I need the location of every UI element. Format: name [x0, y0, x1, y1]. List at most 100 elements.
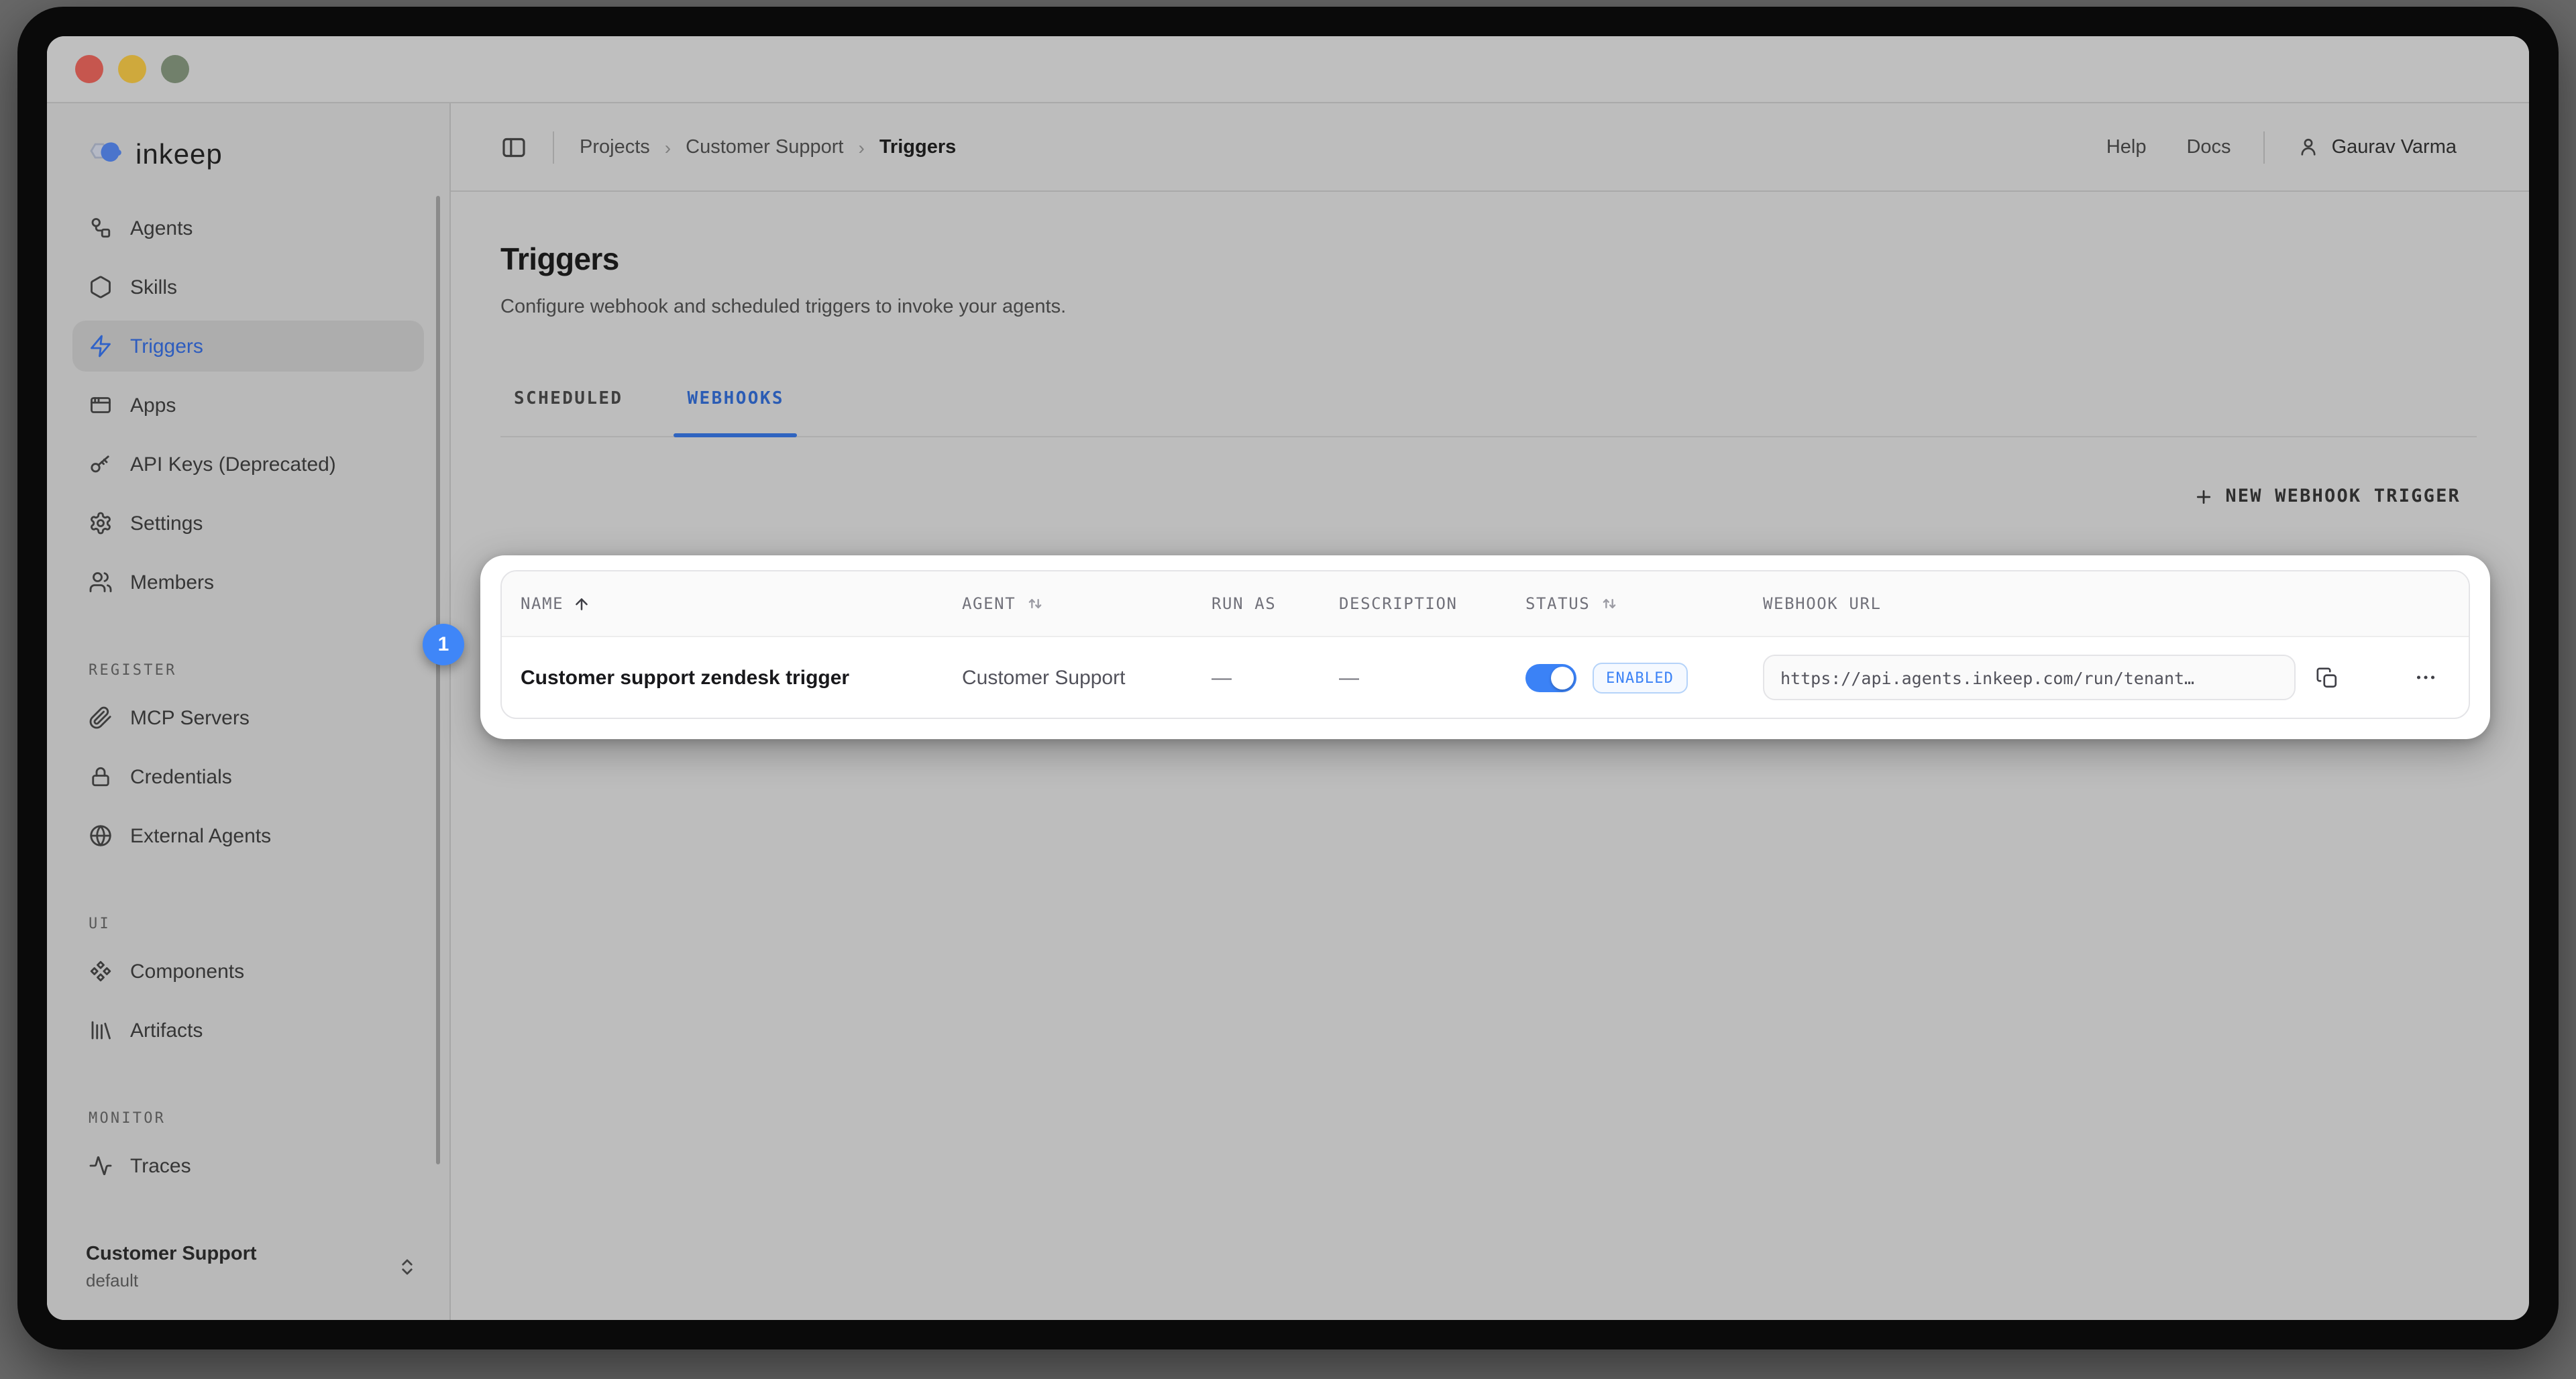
column-label: NAME	[521, 594, 564, 613]
section-label-register: REGISTER	[89, 661, 449, 679]
org-selector[interactable]: Customer Support default	[47, 1227, 449, 1320]
column-label: DESCRIPTION	[1339, 594, 1458, 613]
row-actions-button[interactable]	[2414, 665, 2438, 690]
status-badge: ENABLED	[1593, 662, 1687, 693]
components-icon	[89, 959, 113, 983]
logo-wordmark: inkeep	[136, 140, 223, 172]
help-link[interactable]: Help	[2106, 136, 2147, 158]
app-window-icon	[89, 393, 113, 417]
trigger-description-cell: —	[1322, 666, 1508, 689]
tab-webhooks[interactable]: WEBHOOKS	[674, 389, 798, 436]
library-icon	[89, 1018, 113, 1042]
sidebar-item-credentials[interactable]: Credentials	[72, 751, 424, 802]
sidebar-item-label: Triggers	[130, 335, 203, 357]
breadcrumb-triggers: Triggers	[879, 136, 956, 158]
trigger-agent-cell: Customer Support	[945, 666, 1194, 689]
sidebar-item-label: Traces	[130, 1154, 191, 1177]
sidebar-item-external-agents[interactable]: External Agents	[72, 810, 424, 861]
ellipsis-icon	[2414, 665, 2438, 690]
activity-icon	[89, 1154, 113, 1178]
paperclip-icon	[89, 706, 113, 730]
column-label: STATUS	[1525, 594, 1590, 613]
column-header-name[interactable]: NAME	[502, 594, 945, 613]
org-name: Customer Support	[86, 1244, 417, 1265]
section-label-monitor: MONITOR	[89, 1109, 449, 1127]
user-menu[interactable]: Gaurav Varma	[2297, 135, 2457, 158]
org-environment: default	[86, 1270, 417, 1290]
header-divider	[2263, 131, 2265, 163]
close-light[interactable]	[75, 55, 103, 83]
sidebar-item-apps[interactable]: Apps	[72, 380, 424, 431]
user-icon	[2297, 135, 2320, 158]
globe-icon	[89, 824, 113, 848]
hexagon-icon	[89, 275, 113, 299]
sort-both-icon	[1025, 594, 1045, 613]
column-label: RUN AS	[1212, 594, 1276, 613]
lock-icon	[89, 765, 113, 789]
tab-scheduled[interactable]: SCHEDULED	[500, 389, 637, 436]
column-header-run-as: RUN AS	[1194, 594, 1322, 613]
logo: inkeep	[85, 137, 449, 174]
plus-icon	[2193, 486, 2213, 506]
trigger-name-cell: Customer support zendesk trigger	[502, 666, 945, 689]
copy-url-button[interactable]	[2316, 666, 2339, 689]
sidebar-item-label: Members	[130, 571, 214, 594]
page-content: Triggers Configure webhook and scheduled…	[451, 192, 2529, 1320]
sidebar-item-skills[interactable]: Skills	[72, 262, 424, 313]
zap-icon	[89, 334, 113, 358]
column-label: WEBHOOK URL	[1763, 594, 1882, 613]
new-webhook-trigger-button[interactable]: NEW WEBHOOK TRIGGER	[2193, 486, 2461, 507]
sidebar-item-label: Artifacts	[130, 1019, 203, 1042]
app-header: Projects › Customer Support › Triggers H…	[451, 103, 2529, 192]
sidebar-item-label: API Keys (Deprecated)	[130, 453, 336, 476]
table-row: Customer support zendesk trigger Custome…	[502, 637, 2469, 718]
sidebar-item-settings[interactable]: Settings	[72, 498, 424, 549]
column-header-status[interactable]: STATUS	[1508, 594, 1746, 613]
section-label-ui: UI	[89, 915, 449, 932]
status-toggle[interactable]	[1525, 663, 1576, 692]
minimize-light[interactable]	[118, 55, 146, 83]
table-header-row: NAME AGENT RUN AS DESCRIPTION STATUS	[502, 571, 2469, 637]
column-label: AGENT	[962, 594, 1016, 613]
page-title: Triggers	[500, 241, 2529, 278]
docs-link[interactable]: Docs	[2186, 136, 2231, 158]
sidebar-item-label: MCP Servers	[130, 706, 250, 729]
sidebar-item-traces[interactable]: Traces	[72, 1140, 424, 1191]
chevrons-up-down-icon	[397, 1257, 417, 1284]
sidebar-item-agents[interactable]: Agents	[72, 203, 424, 254]
tour-step-badge: 1	[423, 624, 464, 665]
sidebar-scrollbar[interactable]	[436, 196, 440, 1164]
column-header-webhook-url: WEBHOOK URL	[1746, 594, 2469, 613]
sidebar-item-mcp-servers[interactable]: MCP Servers	[72, 692, 424, 743]
gear-icon	[89, 511, 113, 535]
workflow-icon	[89, 216, 113, 240]
sidebar-item-label: Settings	[130, 512, 203, 535]
column-header-agent[interactable]: AGENT	[945, 594, 1194, 613]
breadcrumb-customer-support[interactable]: Customer Support	[686, 136, 843, 158]
zoom-light[interactable]	[161, 55, 189, 83]
inkeep-logo-icon	[85, 138, 125, 173]
panel-left-icon[interactable]	[500, 133, 527, 160]
breadcrumb: Projects › Customer Support › Triggers	[500, 131, 956, 163]
sidebar-item-triggers[interactable]: Triggers	[72, 321, 424, 372]
key-icon	[89, 452, 113, 476]
sidebar-item-label: External Agents	[130, 824, 271, 847]
sidebar-item-components[interactable]: Components	[72, 946, 424, 997]
sidebar-item-artifacts[interactable]: Artifacts	[72, 1005, 424, 1056]
webhook-url-input[interactable]: https://api.agents.inkeep.com/run/tenant…	[1763, 655, 2296, 700]
screenshot-stage: inkeep Agents Sk	[0, 0, 2576, 1379]
breadcrumb-projects[interactable]: Projects	[580, 136, 650, 158]
toggle-knob	[1551, 666, 1574, 689]
sidebar-item-members[interactable]: Members	[72, 557, 424, 608]
column-header-description: DESCRIPTION	[1322, 594, 1508, 613]
tabs: SCHEDULED WEBHOOKS	[500, 389, 2477, 437]
tab-label: SCHEDULED	[514, 389, 623, 409]
user-name: Gaurav Varma	[2332, 136, 2457, 158]
breadcrumb-separator: ›	[858, 136, 864, 158]
sidebar-item-api-keys[interactable]: API Keys (Deprecated)	[72, 439, 424, 490]
sort-both-icon	[1599, 594, 1619, 613]
sidebar-item-label: Agents	[130, 217, 193, 239]
copy-icon	[2316, 666, 2339, 689]
sidebar-item-label: Components	[130, 960, 244, 983]
sidebar-item-label: Credentials	[130, 765, 232, 788]
